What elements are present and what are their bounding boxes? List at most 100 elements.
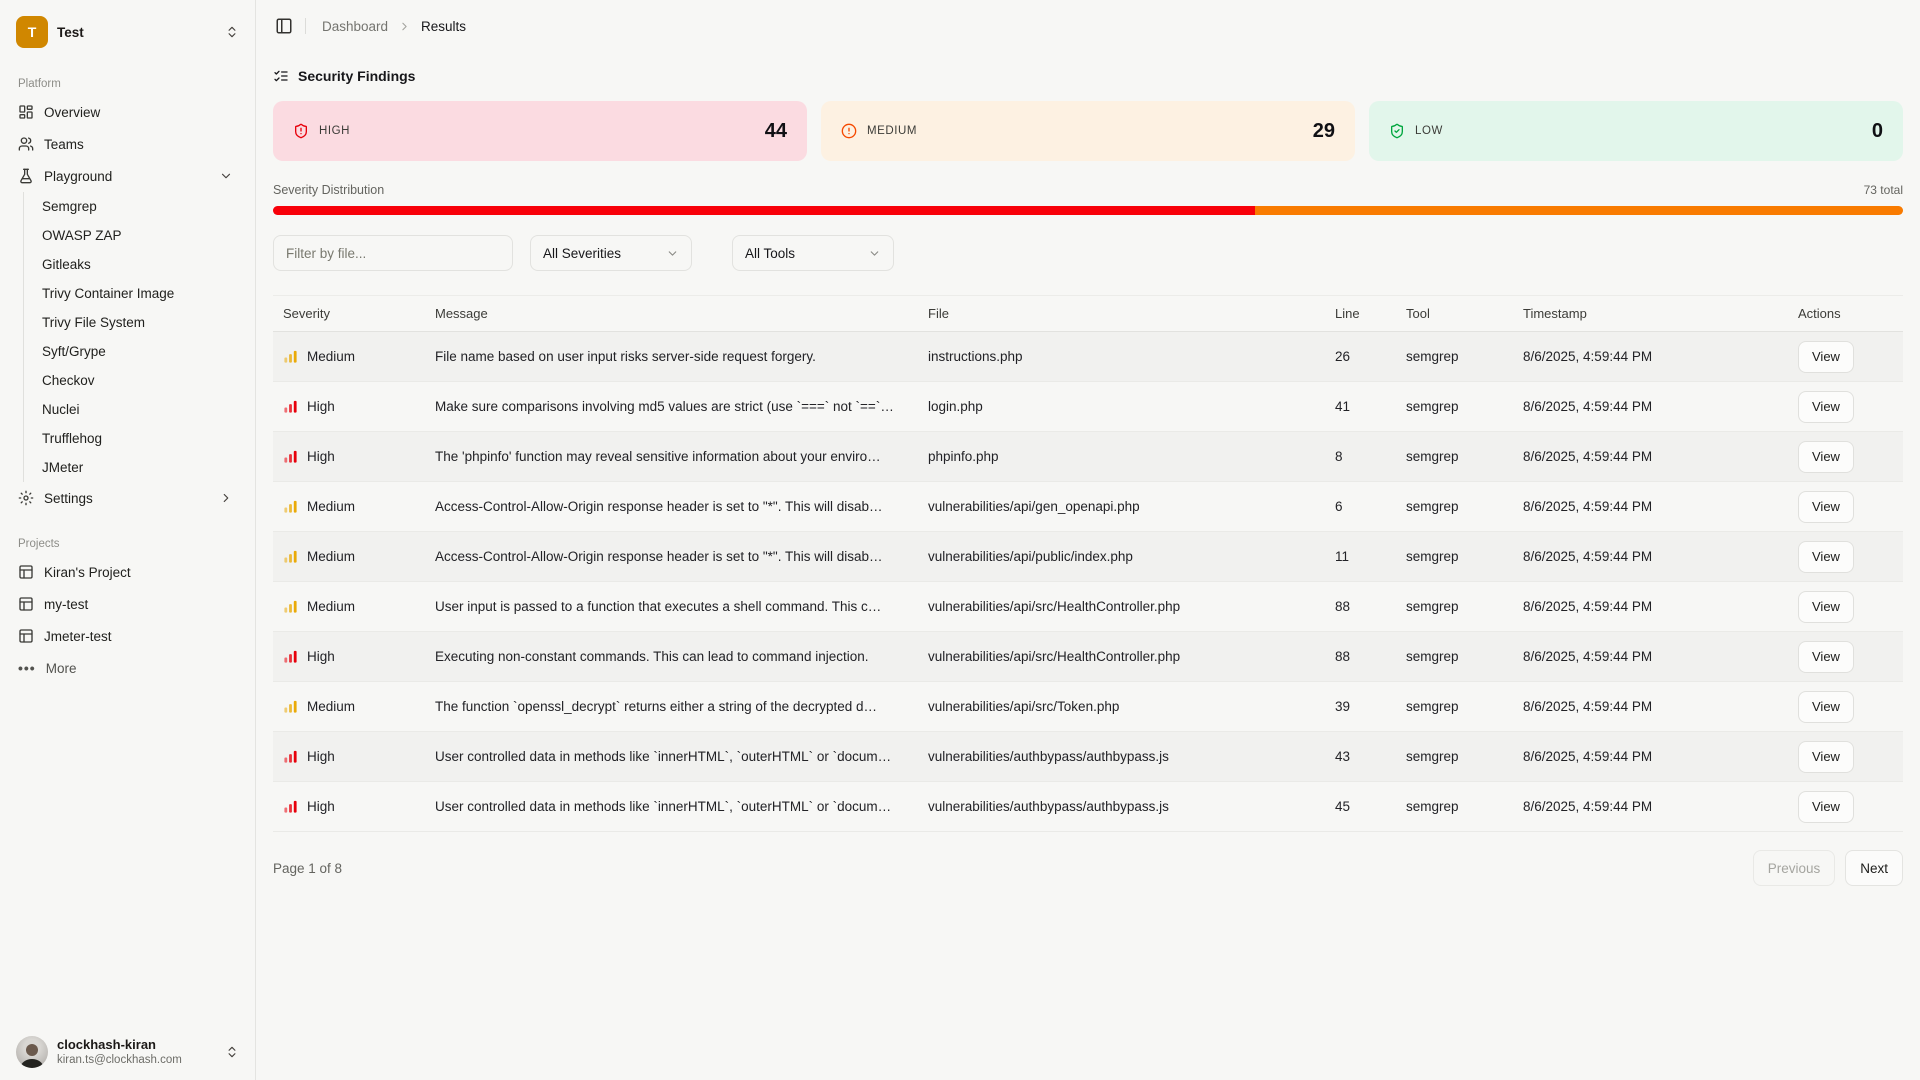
tool-cell: semgrep — [1396, 432, 1513, 482]
dashboard-icon — [18, 104, 34, 120]
tool-cell: semgrep — [1396, 382, 1513, 432]
view-button[interactable]: View — [1798, 591, 1854, 623]
line-cell: 11 — [1325, 532, 1396, 582]
medium-severity-card: MEDIUM 29 — [821, 101, 1355, 161]
severity-bars-icon — [283, 699, 298, 714]
tool-cell: semgrep — [1396, 732, 1513, 782]
view-button[interactable]: View — [1798, 641, 1854, 673]
playground-sub-item[interactable]: Syft/Grype — [24, 337, 239, 366]
playground-sub-item[interactable]: Trivy File System — [24, 308, 239, 337]
playground-sub-item[interactable]: Gitleaks — [24, 250, 239, 279]
project-item-label: my-test — [44, 597, 88, 612]
finding-row: High User controlled data in methods lik… — [273, 732, 1903, 782]
playground-sub-item[interactable]: Nuclei — [24, 395, 239, 424]
user-avatar — [16, 1036, 48, 1068]
user-menu[interactable]: clockhash-kiran kiran.ts@clockhash.com — [16, 1036, 239, 1068]
alert-circle-icon — [841, 123, 857, 139]
platform-section-label: Platform — [16, 72, 239, 96]
severity-label: High — [307, 749, 335, 764]
column-header: Actions — [1788, 296, 1903, 332]
tool-cell: semgrep — [1396, 682, 1513, 732]
sidebar-item-more[interactable]: ••• More — [16, 652, 239, 684]
breadcrumb-results: Results — [421, 19, 466, 34]
chevron-down-icon — [868, 247, 881, 260]
sidebar-item-label: Teams — [44, 137, 84, 152]
sidebar-item-teams[interactable]: Teams — [16, 128, 239, 160]
view-button[interactable]: View — [1798, 441, 1854, 473]
sidebar-item-playground[interactable]: Playground — [16, 160, 239, 192]
line-cell: 88 — [1325, 582, 1396, 632]
view-button[interactable]: View — [1798, 791, 1854, 823]
playground-sub-item[interactable]: Semgrep — [24, 192, 239, 221]
column-header: File — [918, 296, 1325, 332]
view-button[interactable]: View — [1798, 491, 1854, 523]
file-filter-input[interactable] — [273, 235, 513, 271]
severity-filter-select[interactable]: All Severities — [530, 235, 692, 271]
sidebar-item-label: More — [46, 661, 77, 676]
project-item-label: Jmeter-test — [44, 629, 112, 644]
sidebar-project-item[interactable]: Jmeter-test — [16, 620, 239, 652]
view-button[interactable]: View — [1798, 341, 1854, 373]
team-switcher[interactable]: T Test — [16, 10, 239, 54]
severity-cell: Medium — [283, 332, 415, 381]
playground-sub-item[interactable]: Checkov — [24, 366, 239, 395]
playground-sub-item[interactable]: Trufflehog — [24, 424, 239, 453]
sidebar-toggle-button[interactable] — [273, 15, 295, 37]
view-button[interactable]: View — [1798, 391, 1854, 423]
view-button[interactable]: View — [1798, 691, 1854, 723]
sidebar-item-settings[interactable]: Settings — [16, 482, 239, 514]
sidebar-item-overview[interactable]: Overview — [16, 96, 239, 128]
tool-filter-select[interactable]: All Tools — [732, 235, 894, 271]
distribution-total: 73 total — [1864, 183, 1903, 197]
column-header: Line — [1325, 296, 1396, 332]
main-area: Dashboard Results Security Findings HIGH… — [256, 0, 1920, 1080]
playground-sub-item[interactable]: OWASP ZAP — [24, 221, 239, 250]
severity-cell: Medium — [283, 532, 415, 581]
tool-cell: semgrep — [1396, 482, 1513, 532]
finding-row: High Make sure comparisons involving md5… — [273, 382, 1903, 432]
view-button[interactable]: View — [1798, 741, 1854, 773]
severity-bars-icon — [283, 549, 298, 564]
card-count: 0 — [1872, 120, 1883, 143]
tool-filter-value: All Tools — [745, 246, 795, 261]
message-cell: User controlled data in methods like `in… — [425, 782, 918, 832]
timestamp-cell: 8/6/2025, 4:59:44 PM — [1513, 432, 1788, 482]
line-cell: 88 — [1325, 632, 1396, 682]
sidebar-project-item[interactable]: my-test — [16, 588, 239, 620]
low-severity-card: LOW 0 — [1369, 101, 1903, 161]
file-cell: vulnerabilities/api/src/Token.php — [918, 682, 1325, 732]
findings-table: SeverityMessageFileLineToolTimestampActi… — [273, 295, 1903, 832]
file-cell: instructions.php — [918, 332, 1325, 382]
severity-filter-value: All Severities — [543, 246, 621, 261]
line-cell: 26 — [1325, 332, 1396, 382]
finding-row: Medium Access-Control-Allow-Origin respo… — [273, 532, 1903, 582]
timestamp-cell: 8/6/2025, 4:59:44 PM — [1513, 682, 1788, 732]
next-page-button[interactable]: Next — [1845, 850, 1903, 886]
project-panels-icon — [18, 564, 34, 580]
message-cell: Executing non-constant commands. This ca… — [425, 632, 918, 682]
severity-cell: High — [283, 432, 415, 481]
file-cell: vulnerabilities/api/public/index.php — [918, 532, 1325, 582]
playground-sub-item[interactable]: JMeter — [24, 453, 239, 482]
timestamp-cell: 8/6/2025, 4:59:44 PM — [1513, 532, 1788, 582]
settings-nav: Settings — [16, 482, 239, 514]
playground-sub-item[interactable]: Trivy Container Image — [24, 279, 239, 308]
table-header: SeverityMessageFileLineToolTimestampActi… — [273, 296, 1903, 332]
severity-label: Medium — [307, 349, 355, 364]
column-header: Tool — [1396, 296, 1513, 332]
ellipsis-icon: ••• — [18, 660, 36, 676]
view-button[interactable]: View — [1798, 541, 1854, 573]
message-cell: The function `openssl_decrypt` returns e… — [425, 682, 918, 732]
severity-cell: High — [283, 782, 415, 831]
table-body: Medium File name based on user input ris… — [273, 332, 1903, 832]
flask-icon — [18, 168, 34, 184]
timestamp-cell: 8/6/2025, 4:59:44 PM — [1513, 482, 1788, 532]
previous-page-button[interactable]: Previous — [1753, 850, 1836, 886]
severity-cell: High — [283, 732, 415, 781]
breadcrumb-dashboard[interactable]: Dashboard — [322, 19, 388, 34]
message-cell: User input is passed to a function that … — [425, 582, 918, 632]
sidebar-project-item[interactable]: Kiran's Project — [16, 556, 239, 588]
line-cell: 43 — [1325, 732, 1396, 782]
finding-row: Medium File name based on user input ris… — [273, 332, 1903, 382]
sidebar-item-label: Settings — [44, 491, 209, 506]
